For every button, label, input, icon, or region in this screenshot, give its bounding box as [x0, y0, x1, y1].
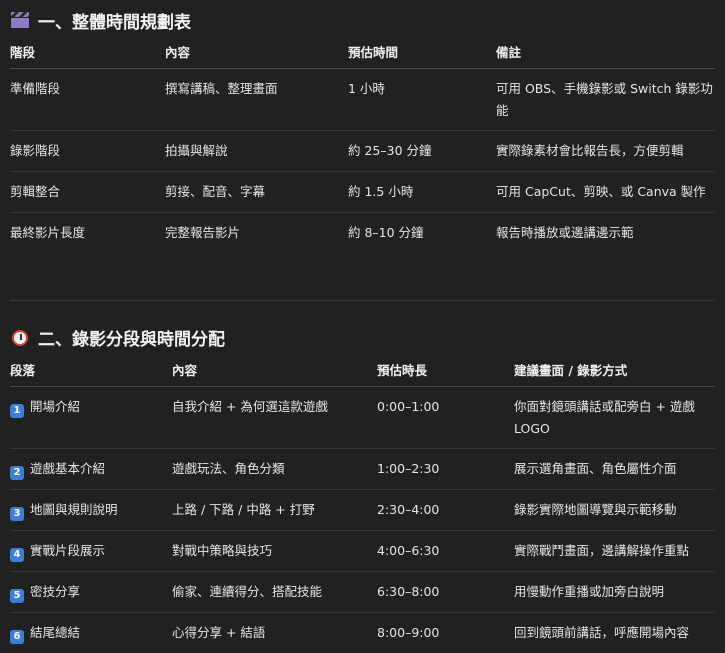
- section-title: 二、錄影分段與時間分配: [38, 325, 225, 350]
- column-header: 段落: [10, 353, 172, 387]
- alarm-clock-icon: [10, 328, 30, 348]
- table-cell: 上路 / 下路 / 中路 + 打野: [172, 489, 377, 530]
- table-cell: 展示選角畫面、角色屬性介面: [514, 448, 715, 489]
- segment-label: 實戰片段展示: [30, 543, 105, 558]
- time-plan-table: 階段 內容 預估時間 備註 準備階段 撰寫講稿、整理畫面 1 小時 可用 OBS…: [10, 35, 715, 254]
- segment-label: 遊戲基本介紹: [30, 461, 105, 476]
- table-cell: 3 地圖與規則說明: [10, 489, 172, 530]
- table-cell: 1:00–2:30: [377, 448, 514, 489]
- table-cell: 錄影階段: [10, 131, 165, 172]
- keycap-number-icon: 5: [10, 589, 24, 603]
- segment-label: 密技分享: [30, 584, 80, 599]
- table-row: 3 地圖與規則說明 上路 / 下路 / 中路 + 打野 2:30–4:00 錄影實…: [10, 489, 715, 530]
- keycap-number-icon: 2: [10, 466, 24, 480]
- table-row: 最終影片長度 完整報告影片 約 8–10 分鐘 報告時播放或邊講邊示範: [10, 213, 715, 254]
- table-cell: 完整報告影片: [165, 213, 348, 254]
- table-cell: 可用 CapCut、剪映、或 Canva 製作: [496, 172, 715, 213]
- column-header: 備註: [496, 35, 715, 69]
- segment-label: 地圖與規則說明: [30, 502, 118, 517]
- table-cell: 對戰中策略與技巧: [172, 530, 377, 571]
- table-cell: 報告時播放或邊講邊示範: [496, 213, 715, 254]
- table-cell: 剪輯整合: [10, 172, 165, 213]
- keycap-number-icon: 4: [10, 548, 24, 562]
- section-heading: 二、錄影分段與時間分配: [10, 323, 715, 353]
- table-cell: 自我介紹 + 為何選這款遊戲: [172, 386, 377, 448]
- table-cell: 6:30–8:00: [377, 571, 514, 612]
- clapperboard-icon: [10, 10, 30, 30]
- section-time-plan: 一、整體時間規劃表 階段 內容 預估時間 備註 準備階段 撰寫講稿、整理畫面 1…: [0, 0, 725, 254]
- section-recording-segments: 二、錄影分段與時間分配 段落 內容 預估時長 建議畫面 / 錄影方式 1 開場介紹…: [0, 301, 725, 653]
- table-row: 剪輯整合 剪接、配音、字幕 約 1.5 小時 可用 CapCut、剪映、或 Ca…: [10, 172, 715, 213]
- column-header: 階段: [10, 35, 165, 69]
- table-cell: 約 25–30 分鐘: [348, 131, 496, 172]
- table-cell: 約 1.5 小時: [348, 172, 496, 213]
- recording-segments-table: 段落 內容 預估時長 建議畫面 / 錄影方式 1 開場介紹 自我介紹 + 為何選這…: [10, 353, 715, 653]
- section-title: 一、整體時間規劃表: [38, 8, 191, 33]
- table-header-row: 段落 內容 預估時長 建議畫面 / 錄影方式: [10, 353, 715, 387]
- table-cell: 實際戰鬥畫面，邊講解操作重點: [514, 530, 715, 571]
- keycap-number-icon: 3: [10, 507, 24, 521]
- section-heading: 一、整體時間規劃表: [10, 5, 715, 35]
- table-cell: 拍攝與解說: [165, 131, 348, 172]
- table-cell: 4 實戰片段展示: [10, 530, 172, 571]
- column-header: 建議畫面 / 錄影方式: [514, 353, 715, 387]
- table-row: 1 開場介紹 自我介紹 + 為何選這款遊戲 0:00–1:00 你面對鏡頭講話或配…: [10, 386, 715, 448]
- table-cell: 5 密技分享: [10, 571, 172, 612]
- table-row: 5 密技分享 偷家、連續得分、搭配技能 6:30–8:00 用慢動作重播或加旁白說…: [10, 571, 715, 612]
- table-cell: 2 遊戲基本介紹: [10, 448, 172, 489]
- table-cell: 準備階段: [10, 69, 165, 131]
- keycap-number-icon: 1: [10, 404, 24, 418]
- segment-label: 結尾總結: [30, 625, 80, 640]
- column-header: 預估時長: [377, 353, 514, 387]
- table-row: 2 遊戲基本介紹 遊戲玩法、角色分類 1:00–2:30 展示選角畫面、角色屬性介…: [10, 448, 715, 489]
- table-cell: 錄影實際地圖導覽與示範移動: [514, 489, 715, 530]
- table-cell: 1 開場介紹: [10, 386, 172, 448]
- table-cell: 剪接、配音、字幕: [165, 172, 348, 213]
- keycap-number-icon: 6: [10, 630, 24, 644]
- table-cell: 約 8–10 分鐘: [348, 213, 496, 254]
- table-cell: 撰寫講稿、整理畫面: [165, 69, 348, 131]
- table-cell: 1 小時: [348, 69, 496, 131]
- table-cell: 偷家、連續得分、搭配技能: [172, 571, 377, 612]
- table-cell: 遊戲玩法、角色分類: [172, 448, 377, 489]
- column-header: 內容: [165, 35, 348, 69]
- table-cell: 0:00–1:00: [377, 386, 514, 448]
- table-header-row: 階段 內容 預估時間 備註: [10, 35, 715, 69]
- table-cell: 最終影片長度: [10, 213, 165, 254]
- segment-label: 開場介紹: [30, 399, 80, 414]
- column-header: 內容: [172, 353, 377, 387]
- table-cell: 用慢動作重播或加旁白說明: [514, 571, 715, 612]
- table-cell: 2:30–4:00: [377, 489, 514, 530]
- column-header: 預估時間: [348, 35, 496, 69]
- table-row: 錄影階段 拍攝與解說 約 25–30 分鐘 實際錄素材會比報告長，方便剪輯: [10, 131, 715, 172]
- table-cell: 實際錄素材會比報告長，方便剪輯: [496, 131, 715, 172]
- table-row: 準備階段 撰寫講稿、整理畫面 1 小時 可用 OBS、手機錄影或 Switch …: [10, 69, 715, 131]
- table-cell: 你面對鏡頭講話或配旁白 + 遊戲 LOGO: [514, 386, 715, 448]
- table-cell: 可用 OBS、手機錄影或 Switch 錄影功能: [496, 69, 715, 131]
- table-cell: 4:00–6:30: [377, 530, 514, 571]
- table-row: 4 實戰片段展示 對戰中策略與技巧 4:00–6:30 實際戰鬥畫面，邊講解操作重…: [10, 530, 715, 571]
